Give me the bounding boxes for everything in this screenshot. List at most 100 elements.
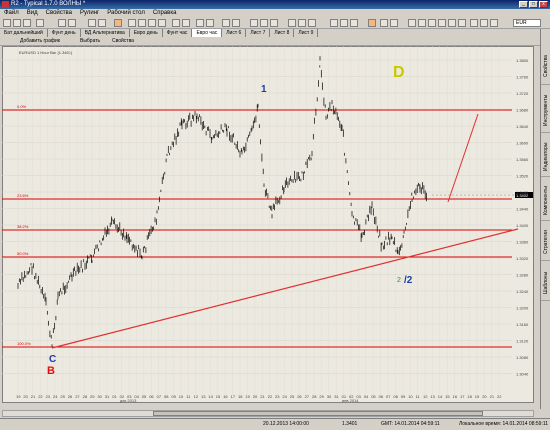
zoom-out-icon[interactable] — [98, 19, 106, 27]
timeframe-highlight-icon[interactable] — [368, 19, 376, 27]
tab-3[interactable]: Евро день — [130, 29, 163, 37]
undo-icon[interactable] — [58, 19, 66, 27]
ellipse-icon[interactable] — [232, 19, 240, 27]
price-tick-label: 1.3560 — [516, 157, 529, 162]
tab-2[interactable]: ВД Альтернатива — [81, 29, 130, 37]
vline-icon[interactable] — [148, 19, 156, 27]
tool-b-icon[interactable] — [340, 19, 348, 27]
price-tick-label: 1.3480 — [516, 190, 529, 195]
tool-c-icon[interactable] — [350, 19, 358, 27]
period-m1-icon[interactable] — [408, 19, 416, 27]
sidebar-tab-tools[interactable]: Инструменты — [541, 89, 550, 133]
fib-label: 38.2% — [17, 224, 29, 229]
cursor-icon[interactable] — [114, 19, 122, 27]
window-titlebar[interactable]: R2 - Typical 1.7.0 ВОЛНЫ * _ □ x — [0, 0, 550, 9]
day-tick-label: 18 — [467, 394, 472, 399]
grid-icon[interactable] — [250, 19, 258, 27]
sidebar-tab-strategies[interactable]: Стратегии — [541, 225, 550, 261]
fib-fan-icon[interactable] — [182, 19, 190, 27]
price-tick-label: 1.3520 — [516, 174, 529, 179]
day-tick-label: 08 — [393, 394, 398, 399]
menu-desktop[interactable]: Рабочий стол — [107, 9, 145, 17]
period-1-icon[interactable] — [380, 19, 388, 27]
day-tick-label: 17 — [460, 394, 465, 399]
menu-bar: Файл Вид Свойства Рулинг Рабочий стол Сп… — [0, 9, 550, 17]
bar-chart-icon[interactable] — [288, 19, 296, 27]
day-tick-label: 25 — [60, 394, 65, 399]
refresh-icon[interactable] — [490, 19, 498, 27]
zoom-in-icon[interactable] — [88, 19, 96, 27]
line-chart-icon[interactable] — [308, 19, 316, 27]
sidebar-tab-properties[interactable]: Свойства — [541, 49, 550, 85]
print-icon[interactable] — [36, 19, 44, 27]
sidebar-tab-components[interactable]: Компоненты — [541, 181, 550, 221]
day-tick-label: 19 — [475, 394, 480, 399]
projection-line — [447, 113, 479, 203]
menu-properties[interactable]: Свойства — [46, 9, 72, 17]
day-tick-label: 13 — [430, 394, 435, 399]
symbol-select[interactable]: EUR — [513, 19, 541, 27]
day-tick-label: 16 — [223, 394, 228, 399]
menu-view[interactable]: Вид — [27, 9, 38, 17]
minimize-button[interactable]: _ — [519, 1, 528, 8]
sidebar-tab-indicators[interactable]: Индикаторы — [541, 137, 550, 177]
day-tick-label: 23 — [275, 394, 280, 399]
wave-label-b: B — [47, 365, 55, 377]
new-icon[interactable] — [3, 19, 11, 27]
crosshair-icon[interactable] — [260, 19, 268, 27]
select-button[interactable]: Выбрать — [80, 37, 100, 46]
redo-icon[interactable] — [68, 19, 76, 27]
menu-file[interactable]: Файл — [4, 9, 19, 17]
tab-7[interactable]: Лист 7 — [246, 29, 271, 37]
day-tick-label: 23 — [46, 394, 51, 399]
wave-label-1: 1 — [261, 84, 267, 95]
tab-6[interactable]: Лист 6 — [222, 29, 247, 37]
day-tick-label: 10 — [408, 394, 413, 399]
day-tick-label: 22 — [38, 394, 43, 399]
period-2-icon[interactable] — [390, 19, 398, 27]
period-m15-icon[interactable] — [428, 19, 436, 27]
text-icon[interactable] — [196, 19, 204, 27]
tab-0[interactable]: Бат дальнейший — [0, 29, 48, 37]
properties-button[interactable]: Свойства — [112, 37, 134, 46]
prev-icon[interactable] — [470, 19, 478, 27]
period-h1-icon[interactable] — [438, 19, 446, 27]
tab-8[interactable]: Лист 8 — [270, 29, 295, 37]
tab-9[interactable]: Лист 9 — [294, 29, 319, 37]
add-chart-button[interactable]: Добавить график — [20, 37, 60, 46]
tab-1[interactable]: Фунт день — [48, 29, 81, 37]
close-button[interactable]: x — [539, 1, 548, 8]
rect-icon[interactable] — [222, 19, 230, 27]
period-w1-icon[interactable] — [458, 19, 466, 27]
day-tick-label: 19 — [245, 394, 250, 399]
line-icon[interactable] — [128, 19, 136, 27]
period-m5-icon[interactable] — [418, 19, 426, 27]
maximize-button[interactable]: □ — [529, 1, 538, 8]
support-trendline — [51, 228, 519, 349]
menu-help[interactable]: Справка — [153, 9, 177, 17]
period-d1-icon[interactable] — [448, 19, 456, 27]
save-icon[interactable] — [23, 19, 31, 27]
menu-ruling[interactable]: Рулинг — [80, 9, 99, 17]
next-icon[interactable] — [480, 19, 488, 27]
price-tick-label: 1.3640 — [516, 124, 529, 129]
day-tick-label: 04 — [364, 394, 369, 399]
fib-icon[interactable] — [172, 19, 180, 27]
price-chart[interactable]: 0.0%23.6%38.2%50.0%100.0% 1.3402 DCB1/22… — [2, 46, 534, 403]
tab-4[interactable]: Фунт час — [163, 29, 193, 37]
horizontal-scrollbar[interactable] — [2, 410, 534, 417]
candle-icon[interactable] — [298, 19, 306, 27]
price-tick-label: 1.3160 — [516, 322, 529, 327]
tab-5[interactable]: Евро час — [192, 29, 223, 37]
hline-icon[interactable] — [138, 19, 146, 27]
day-tick-label: 06 — [149, 394, 154, 399]
sidebar-tab-templates[interactable]: Шаблоны — [541, 265, 550, 301]
open-icon[interactable] — [13, 19, 21, 27]
tool-a-icon[interactable] — [330, 19, 338, 27]
day-tick-label: 27 — [75, 394, 80, 399]
day-tick-label: 11 — [416, 394, 421, 399]
channel-icon[interactable] — [158, 19, 166, 27]
magnet-icon[interactable] — [270, 19, 278, 27]
arrow-icon[interactable] — [206, 19, 214, 27]
scroll-thumb[interactable] — [153, 411, 483, 416]
